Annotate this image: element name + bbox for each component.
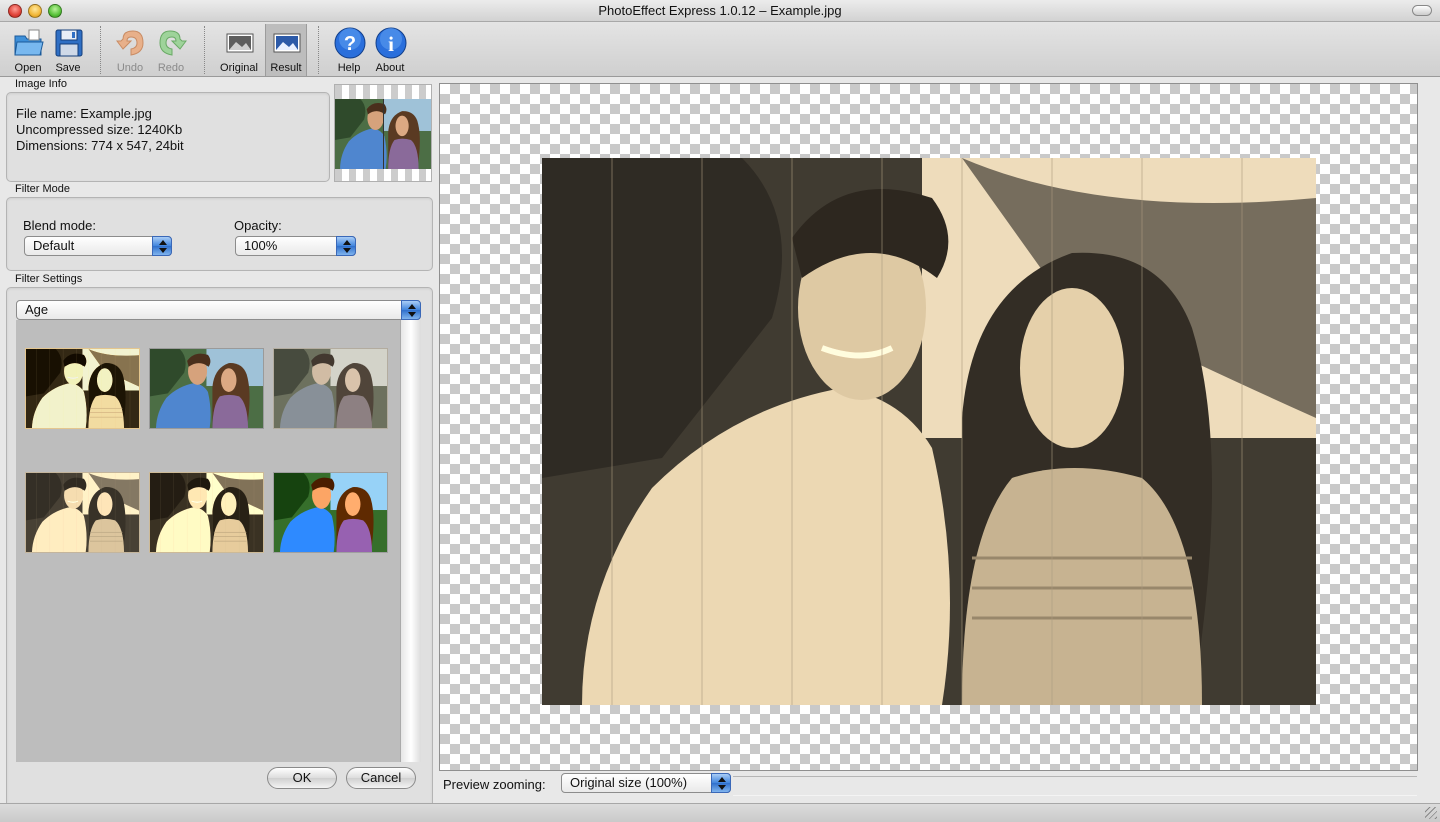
about-button[interactable]: i About bbox=[370, 24, 410, 76]
preset-scrollbar[interactable] bbox=[400, 320, 421, 762]
save-button[interactable]: Save bbox=[48, 24, 88, 76]
toolbar-separator bbox=[100, 26, 101, 74]
minimize-window-button[interactable] bbox=[28, 4, 42, 18]
dimensions-text: Dimensions: 774 x 547, 24bit bbox=[16, 138, 184, 153]
about-info-icon: i bbox=[375, 27, 407, 59]
file-name-text: File name: Example.jpg bbox=[16, 106, 152, 121]
thumbnail-checker-bottom bbox=[335, 169, 431, 181]
original-button[interactable]: Original bbox=[219, 24, 259, 76]
preview-zoom-value: Original size (100%) bbox=[570, 775, 688, 790]
preset-thumbnail[interactable] bbox=[149, 348, 264, 429]
preset-thumbnail[interactable] bbox=[25, 348, 140, 429]
image-info-title: Image Info bbox=[15, 78, 67, 90]
filter-mode-title: Filter Mode bbox=[15, 183, 71, 195]
filter-settings-title: Filter Settings bbox=[15, 273, 83, 285]
toolbar-separator bbox=[204, 26, 205, 74]
result-button[interactable]: Result bbox=[265, 24, 307, 76]
toolbar-separator bbox=[318, 26, 319, 74]
preview-status-area bbox=[733, 776, 1417, 796]
popup-arrows-icon bbox=[401, 300, 421, 320]
undo-arrow-icon bbox=[116, 30, 144, 56]
help-button[interactable]: ? Help bbox=[329, 24, 369, 76]
redo-button[interactable]: Redo bbox=[151, 24, 191, 76]
close-window-button[interactable] bbox=[8, 4, 22, 18]
resize-grip-icon[interactable] bbox=[1425, 807, 1437, 819]
cancel-button[interactable]: Cancel bbox=[346, 767, 416, 789]
preview-image bbox=[542, 158, 1316, 705]
title-bar: PhotoEffect Express 1.0.12 – Example.jpg bbox=[0, 0, 1440, 22]
popup-arrows-icon bbox=[711, 773, 731, 793]
preview-zoom-label: Preview zooming: bbox=[443, 777, 546, 792]
blend-mode-select[interactable]: Default bbox=[24, 236, 172, 256]
original-label: Original bbox=[220, 62, 258, 74]
image-info-group: File name: Example.jpg Uncompressed size… bbox=[6, 92, 330, 182]
preview-zoom-select[interactable]: Original size (100%) bbox=[561, 773, 731, 793]
preview-canvas[interactable] bbox=[439, 83, 1418, 771]
preset-thumbnail[interactable] bbox=[273, 348, 388, 429]
save-label: Save bbox=[55, 62, 81, 74]
filter-value: Age bbox=[25, 302, 49, 317]
opacity-select[interactable]: 100% bbox=[235, 236, 356, 256]
save-disk-icon bbox=[55, 29, 83, 57]
preset-thumbnail[interactable] bbox=[25, 472, 140, 553]
preset-thumbnail[interactable] bbox=[149, 472, 264, 553]
original-image-icon bbox=[226, 33, 254, 53]
result-label: Result bbox=[270, 62, 302, 74]
blend-mode-label: Blend mode: bbox=[23, 218, 96, 233]
popup-arrows-icon bbox=[152, 236, 172, 256]
thumbnail-checker-top bbox=[335, 85, 431, 99]
preset-thumbnail[interactable] bbox=[273, 472, 388, 553]
redo-arrow-icon bbox=[159, 30, 187, 56]
zoom-window-button[interactable] bbox=[48, 4, 62, 18]
preset-gallery bbox=[16, 320, 400, 762]
svg-text:i: i bbox=[388, 32, 394, 56]
status-bar bbox=[0, 803, 1440, 822]
navigator-crosshair-v bbox=[383, 85, 384, 181]
ok-button[interactable]: OK bbox=[267, 767, 337, 789]
toolbar-toggle-button[interactable] bbox=[1412, 5, 1432, 16]
svg-text:?: ? bbox=[344, 33, 356, 55]
result-image-icon bbox=[273, 33, 301, 53]
help-question-icon: ? bbox=[334, 27, 366, 59]
filter-select[interactable]: Age bbox=[16, 300, 421, 320]
toolbar: Open Save Undo Redo Original Result ? He… bbox=[0, 22, 1440, 77]
undo-button[interactable]: Undo bbox=[110, 24, 150, 76]
redo-label: Redo bbox=[157, 62, 185, 74]
popup-arrows-icon bbox=[336, 236, 356, 256]
open-folder-icon bbox=[14, 29, 44, 56]
about-label: About bbox=[375, 62, 405, 74]
opacity-value: 100% bbox=[244, 238, 278, 253]
opacity-label: Opacity: bbox=[234, 218, 282, 233]
filter-mode-group: Blend mode: Default Opacity: 100% bbox=[6, 197, 433, 271]
blend-mode-value: Default bbox=[33, 238, 75, 253]
navigator-thumbnail[interactable] bbox=[334, 84, 432, 182]
uncompressed-size-text: Uncompressed size: 1240Kb bbox=[16, 122, 183, 137]
window-title: PhotoEffect Express 1.0.12 – Example.jpg bbox=[598, 3, 842, 18]
